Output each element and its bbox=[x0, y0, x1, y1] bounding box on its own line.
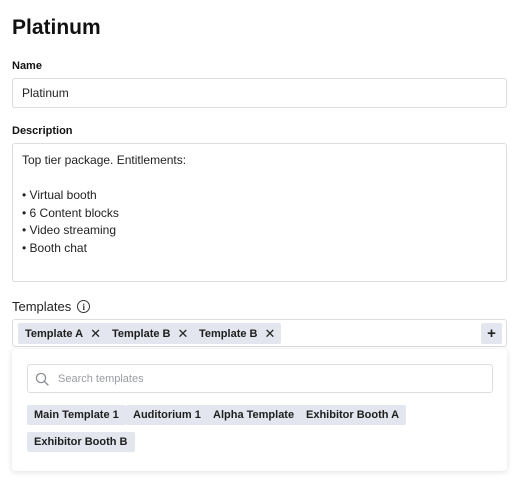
chip-label: Template A bbox=[25, 327, 84, 340]
chip-label: Template B bbox=[199, 327, 258, 340]
description-line: • Video streaming bbox=[22, 223, 117, 237]
templates-tag-field[interactable]: Template A ✕ Template B ✕ Template B ✕ + bbox=[12, 319, 507, 347]
search-templates-input[interactable] bbox=[58, 365, 483, 392]
description-textarea[interactable]: Top tier package. Entitlements: • Virtua… bbox=[12, 143, 507, 282]
templates-dropdown: Main Template 1 Auditorium 1 Alpha Templ… bbox=[12, 349, 507, 471]
selected-template-chip: Template B ✕ bbox=[105, 323, 195, 344]
templates-label: Templates bbox=[12, 299, 72, 314]
description-line: Top tier package. Entitlements: bbox=[22, 153, 187, 167]
page-title: Platinum bbox=[12, 16, 101, 39]
template-option[interactable]: Main Template 1 bbox=[27, 405, 126, 425]
template-option[interactable]: Alpha Template bbox=[206, 405, 302, 425]
info-icon[interactable]: i bbox=[77, 300, 91, 313]
description-line bbox=[22, 170, 497, 188]
description-label: Description bbox=[12, 125, 73, 137]
template-option[interactable]: Exhibitor Booth B bbox=[27, 432, 135, 452]
name-label: Name bbox=[12, 60, 42, 72]
search-field[interactable] bbox=[27, 364, 493, 393]
remove-chip-icon[interactable]: ✕ bbox=[177, 327, 188, 340]
template-option[interactable]: Auditorium 1 bbox=[126, 405, 208, 425]
description-line: • 6 Content blocks bbox=[22, 205, 119, 220]
templates-label-row: Templates i bbox=[12, 299, 91, 314]
remove-chip-icon[interactable]: ✕ bbox=[90, 327, 101, 340]
name-input[interactable] bbox=[12, 78, 507, 108]
search-icon bbox=[35, 372, 49, 386]
selected-template-chip: Template B ✕ bbox=[192, 323, 282, 344]
remove-chip-icon[interactable]: ✕ bbox=[264, 327, 275, 340]
description-line: • Booth chat bbox=[22, 240, 87, 255]
add-template-button[interactable]: + bbox=[481, 323, 502, 344]
selected-template-chip: Template A ✕ bbox=[18, 323, 107, 344]
chip-label: Template B bbox=[112, 327, 171, 340]
template-option[interactable]: Exhibitor Booth A bbox=[299, 405, 407, 425]
description-line: • Virtual booth bbox=[22, 188, 97, 202]
